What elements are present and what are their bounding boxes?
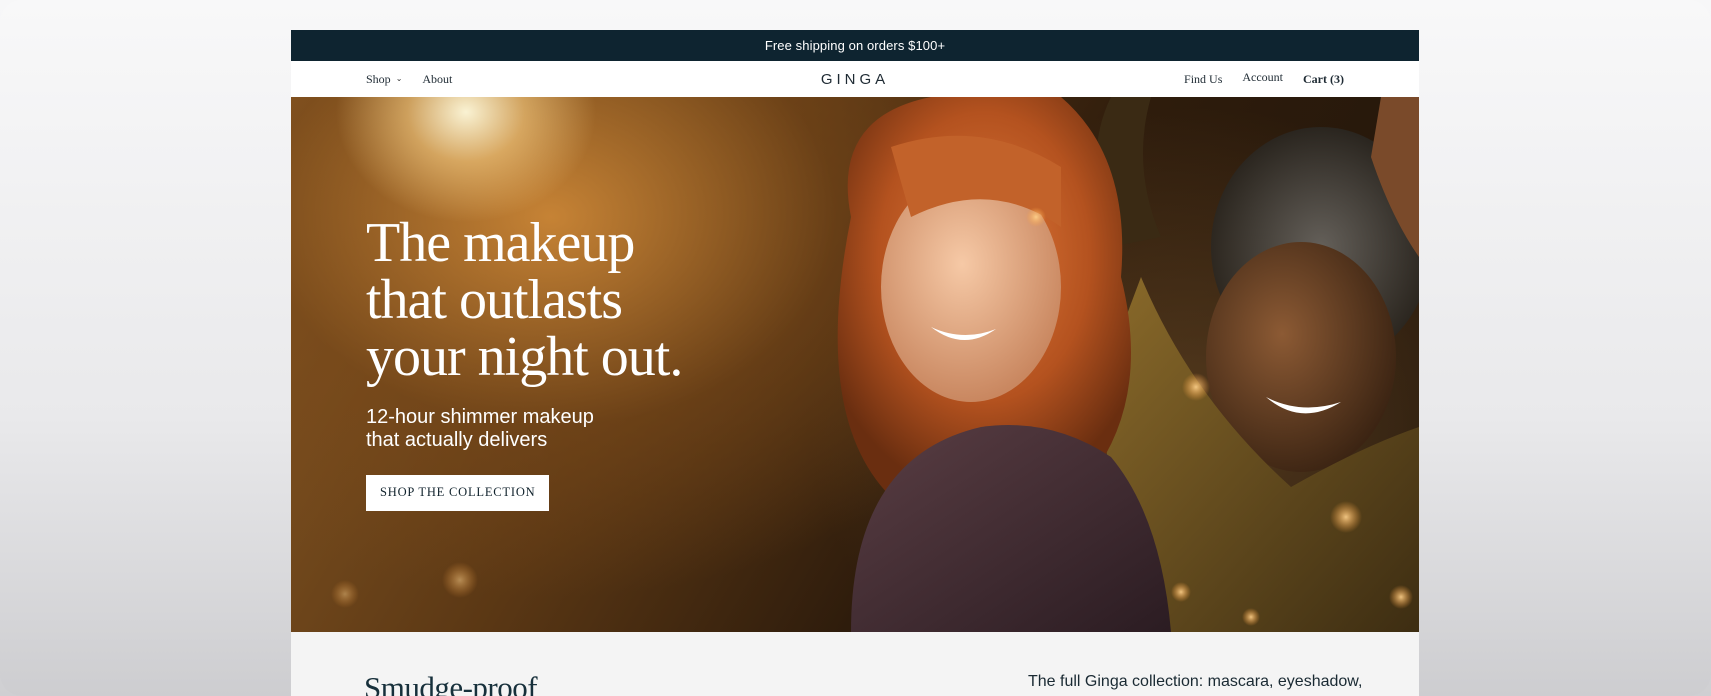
headline-line: your night out. — [366, 326, 683, 388]
subhead-line: that actually delivers — [366, 429, 548, 451]
nav-account-link[interactable]: Account — [1242, 70, 1283, 85]
subhead-line: 12-hour shimmer makeup — [366, 406, 594, 428]
hero-banner: The makeup that outlasts your night out.… — [291, 97, 1419, 632]
headline-line: The makeup — [366, 212, 635, 274]
hero-copy: The makeup that outlasts your night out.… — [366, 215, 786, 511]
nav-cart-label: Cart (3) — [1303, 71, 1344, 86]
hero-subhead: 12-hour shimmer makeup that actually del… — [366, 406, 786, 452]
nav-right: Find Us Account Cart (3) — [1184, 61, 1344, 97]
section-heading: Smudge-proof — [364, 670, 538, 696]
main-nav: Shop ⌄ About GINGA Find Us Account Cart … — [291, 61, 1419, 97]
site-logo[interactable]: GINGA — [821, 61, 889, 97]
nav-shop-link[interactable]: Shop ⌄ — [366, 72, 402, 87]
headline-line: that outlasts — [366, 269, 623, 331]
nav-about-label: About — [422, 71, 453, 86]
nav-about-link[interactable]: About — [422, 72, 452, 87]
browser-frame: Free shipping on orders $100+ Shop ⌄ Abo… — [0, 0, 1711, 696]
nav-cart-link[interactable]: Cart (3) — [1303, 72, 1344, 87]
shop-collection-button[interactable]: SHOP THE COLLECTION — [366, 475, 550, 511]
promo-text: Free shipping on orders $100+ — [764, 38, 946, 53]
nav-account-label: Account — [1242, 69, 1284, 84]
promo-bar: Free shipping on orders $100+ — [291, 30, 1419, 61]
nav-find-us-link[interactable]: Find Us — [1184, 72, 1222, 87]
feature-section: Smudge-proof The full Ginga collection: … — [291, 632, 1419, 696]
hero-headline: The makeup that outlasts your night out. — [366, 215, 786, 386]
nav-find-us-label: Find Us — [1184, 71, 1223, 86]
chevron-down-icon: ⌄ — [395, 74, 403, 83]
nav-left: Shop ⌄ About — [366, 61, 452, 97]
web-page: Free shipping on orders $100+ Shop ⌄ Abo… — [291, 30, 1419, 696]
section-blurb: The full Ginga collection: mascara, eyes… — [1028, 673, 1363, 690]
nav-shop-label: Shop — [366, 71, 391, 86]
